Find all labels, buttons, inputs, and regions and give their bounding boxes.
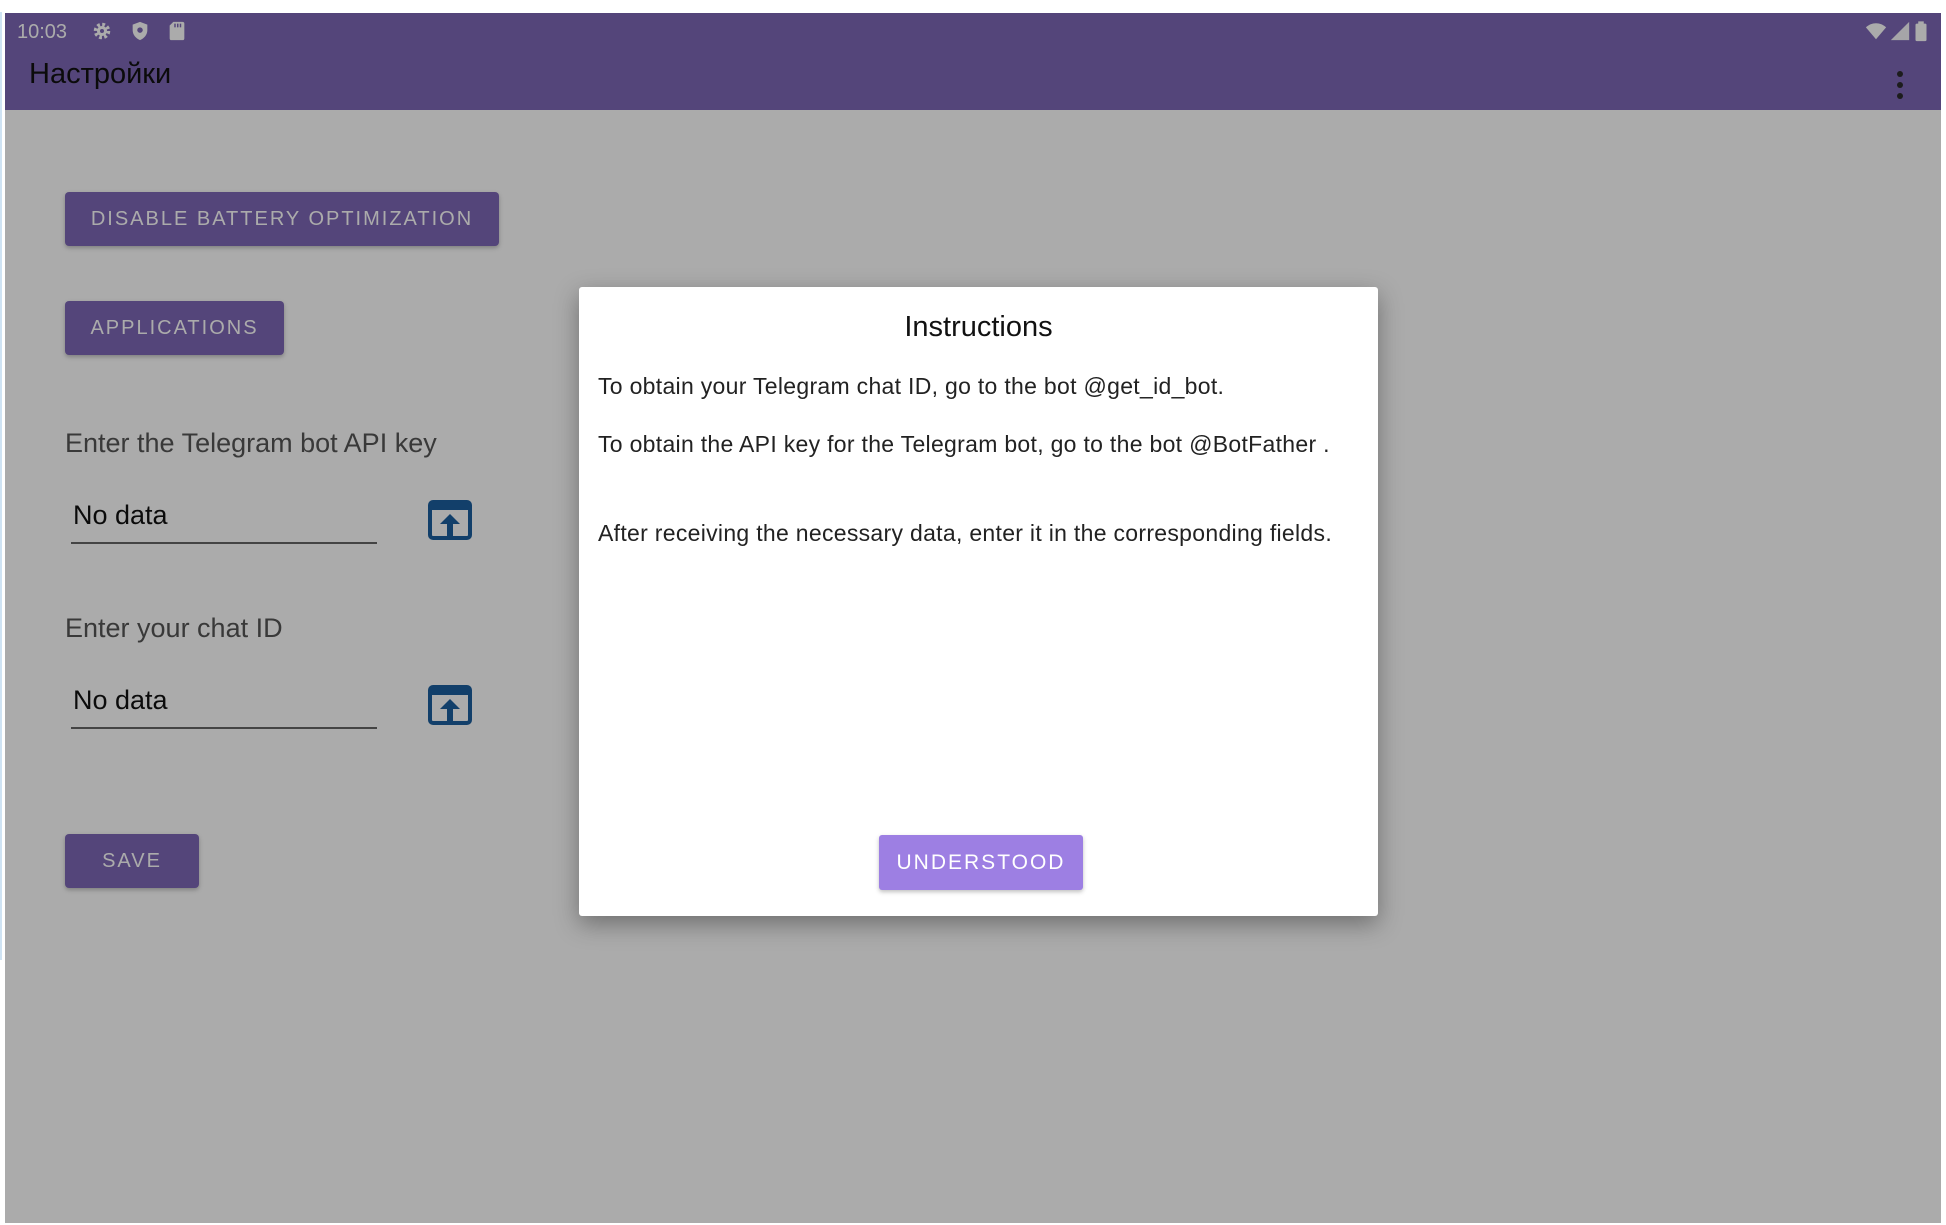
dialog-paragraph: To obtain your Telegram chat ID, go to t… bbox=[598, 373, 1225, 399]
dialog-paragraph: After receiving the necessary data, ente… bbox=[598, 520, 1333, 546]
dialog-paragraph: To obtain the API key for the Telegram b… bbox=[598, 431, 1330, 457]
window-edge bbox=[0, 12, 2, 960]
instructions-dialog: Instructions To obtain your Telegram cha… bbox=[579, 287, 1378, 916]
android-screen: 10:03 Настройки DISABLE BATTERY OPTIMIZA… bbox=[5, 13, 1941, 1223]
understood-button[interactable]: UNDERSTOOD bbox=[879, 835, 1083, 890]
dialog-title: Instructions bbox=[904, 311, 1053, 343]
